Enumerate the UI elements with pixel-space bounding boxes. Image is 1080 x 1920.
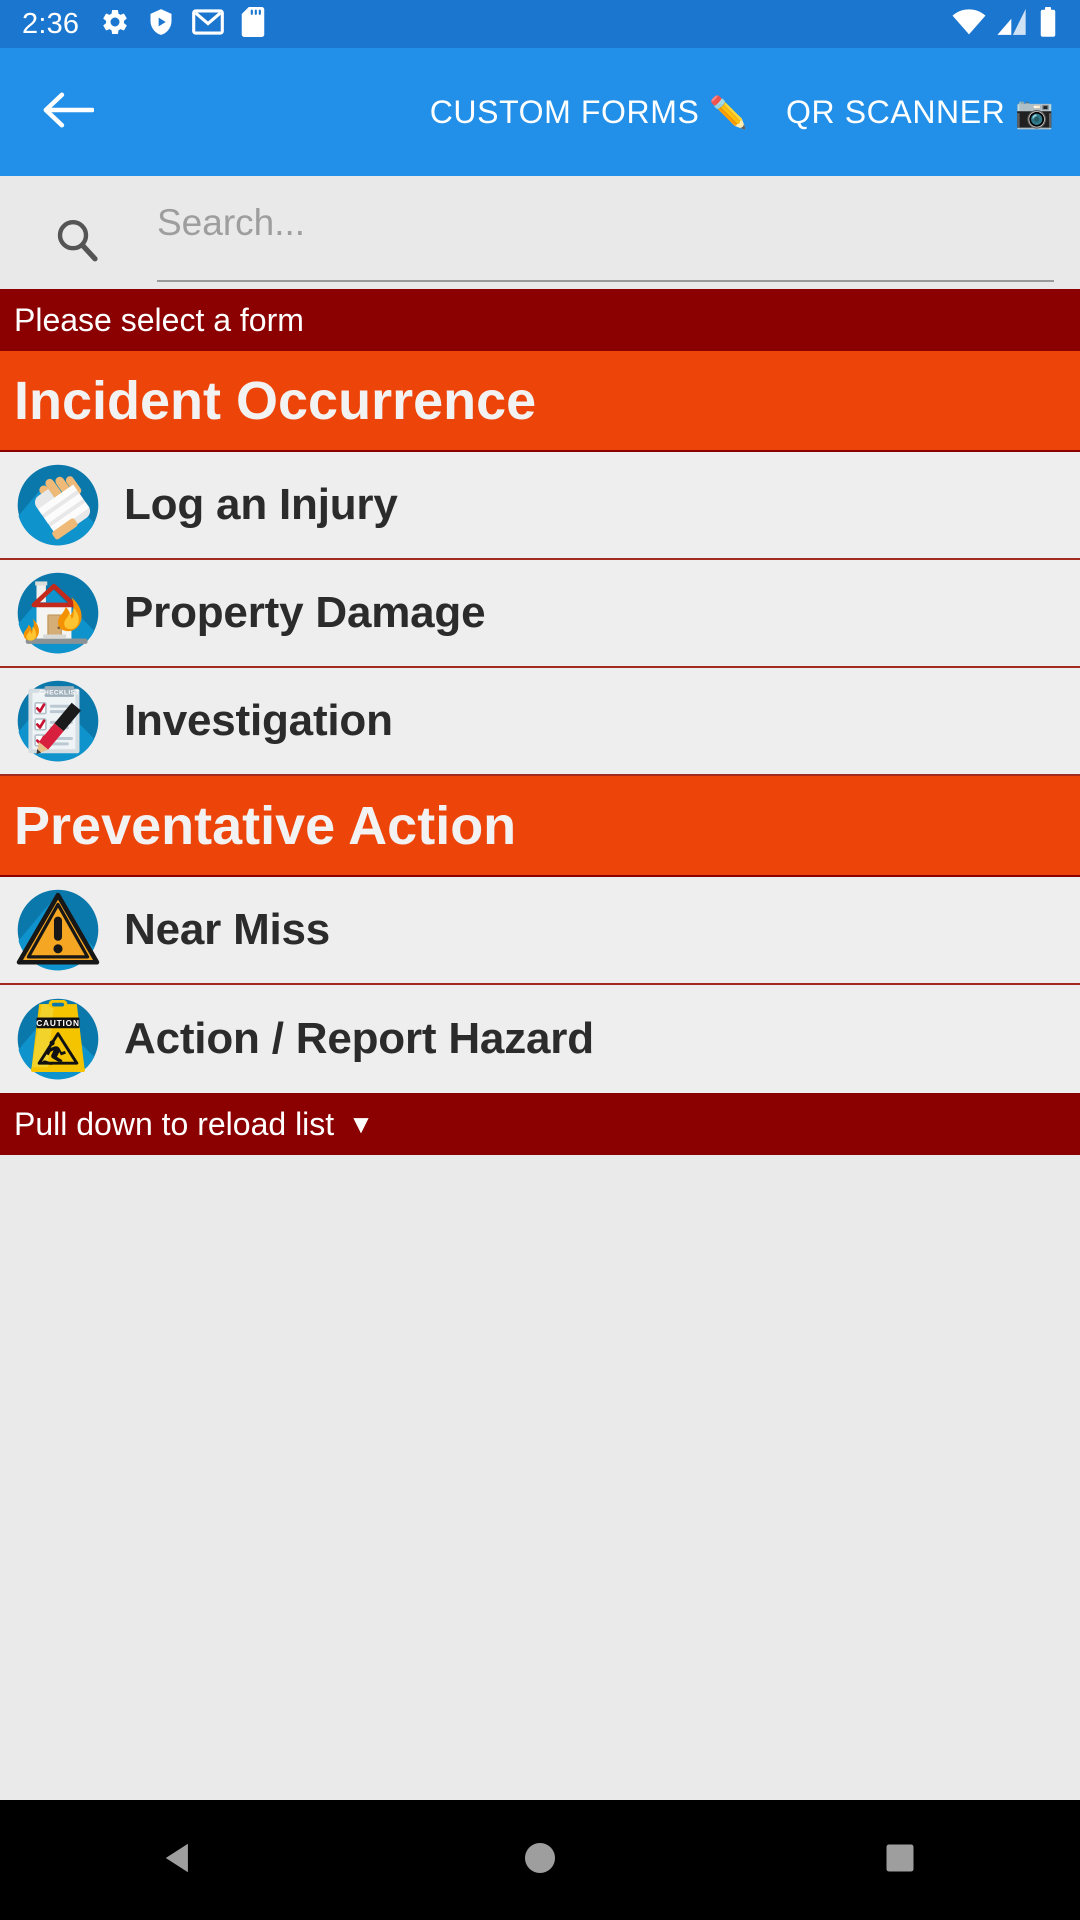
battery-icon	[1038, 6, 1058, 42]
back-nav-button[interactable]	[120, 1800, 240, 1920]
settings-gear-icon	[100, 7, 130, 42]
form-row-investigation[interactable]: CHECKLIST Investigation	[0, 668, 1080, 776]
sd-card-icon	[241, 6, 265, 42]
select-form-text: Please select a form	[14, 301, 304, 338]
form-row-log-an-injury[interactable]: Log an Injury	[0, 452, 1080, 560]
custom-forms-label: CUSTOM FORMS	[429, 93, 700, 130]
form-row-near-miss[interactable]: Near Miss	[0, 877, 1080, 985]
svg-text:CAUTION: CAUTION	[36, 1018, 80, 1028]
section-header-preventative-action: Preventative Action	[0, 776, 1080, 877]
form-row-label: Log an Injury	[124, 480, 398, 529]
reload-hint-text: Pull down to reload list	[14, 1105, 335, 1142]
burning-house-icon	[14, 569, 102, 657]
status-bar-right	[952, 6, 1058, 42]
chevron-down-icon: ▼	[348, 1109, 374, 1139]
qr-scanner-label: QR SCANNER	[786, 93, 1006, 130]
warning-triangle-icon	[14, 886, 102, 974]
back-button[interactable]	[36, 80, 100, 144]
app-bar: CUSTOM FORMS ✏️ QR SCANNER 📷	[0, 48, 1080, 176]
form-row-label: Investigation	[124, 696, 393, 745]
section-title: Preventative Action	[14, 795, 517, 856]
pencil-icon: ✏️	[709, 94, 749, 130]
svg-text:CHECKLIST: CHECKLIST	[39, 689, 79, 696]
section-title: Incident Occurrence	[14, 370, 537, 431]
status-clock: 2:36	[22, 7, 80, 40]
back-arrow-icon	[42, 90, 95, 135]
form-row-label: Near Miss	[124, 905, 331, 954]
circle-home-icon	[521, 1839, 559, 1882]
reload-hint-banner[interactable]: Pull down to reload list ▼	[0, 1093, 1080, 1155]
triangle-back-icon	[161, 1839, 199, 1882]
phone-screen: 2:36 CUSTOM FORMS ✏️ QR SCANNER 📷 Search…	[0, 0, 1080, 1920]
recents-nav-button[interactable]	[840, 1800, 960, 1920]
form-row-action-report-hazard[interactable]: CAUTION Action / Report Hazard	[0, 985, 1080, 1093]
gmail-icon	[192, 8, 225, 40]
custom-forms-button[interactable]: CUSTOM FORMS ✏️	[430, 94, 748, 131]
status-bar-left: 2:36	[22, 6, 265, 42]
android-navigation-bar	[0, 1800, 1080, 1920]
status-bar: 2:36	[0, 0, 1080, 48]
search-bar	[0, 176, 1080, 289]
qr-scanner-button[interactable]: QR SCANNER 📷	[786, 94, 1054, 131]
search-input[interactable]	[157, 198, 1054, 282]
form-row-label: Property Damage	[124, 588, 486, 637]
empty-list-area	[0, 1155, 1080, 1800]
form-row-label: Action / Report Hazard	[124, 1014, 594, 1063]
select-form-banner: Please select a form	[0, 289, 1080, 351]
cellular-signal-icon	[997, 8, 1027, 41]
caution-wet-floor-sign-icon: CAUTION	[14, 995, 102, 1083]
section-header-incident-occurrence: Incident Occurrence	[0, 351, 1080, 452]
camera-icon: 📷	[1015, 94, 1054, 130]
play-protect-shield-icon	[147, 7, 175, 42]
wifi-icon	[952, 8, 986, 41]
form-row-property-damage[interactable]: Property Damage	[0, 560, 1080, 668]
home-nav-button[interactable]	[480, 1800, 600, 1920]
bandaged-hand-icon	[14, 461, 102, 549]
checklist-pencil-icon: CHECKLIST	[14, 677, 102, 765]
search-row	[0, 176, 1080, 282]
square-recents-icon	[882, 1840, 918, 1881]
search-icon[interactable]	[50, 213, 104, 267]
